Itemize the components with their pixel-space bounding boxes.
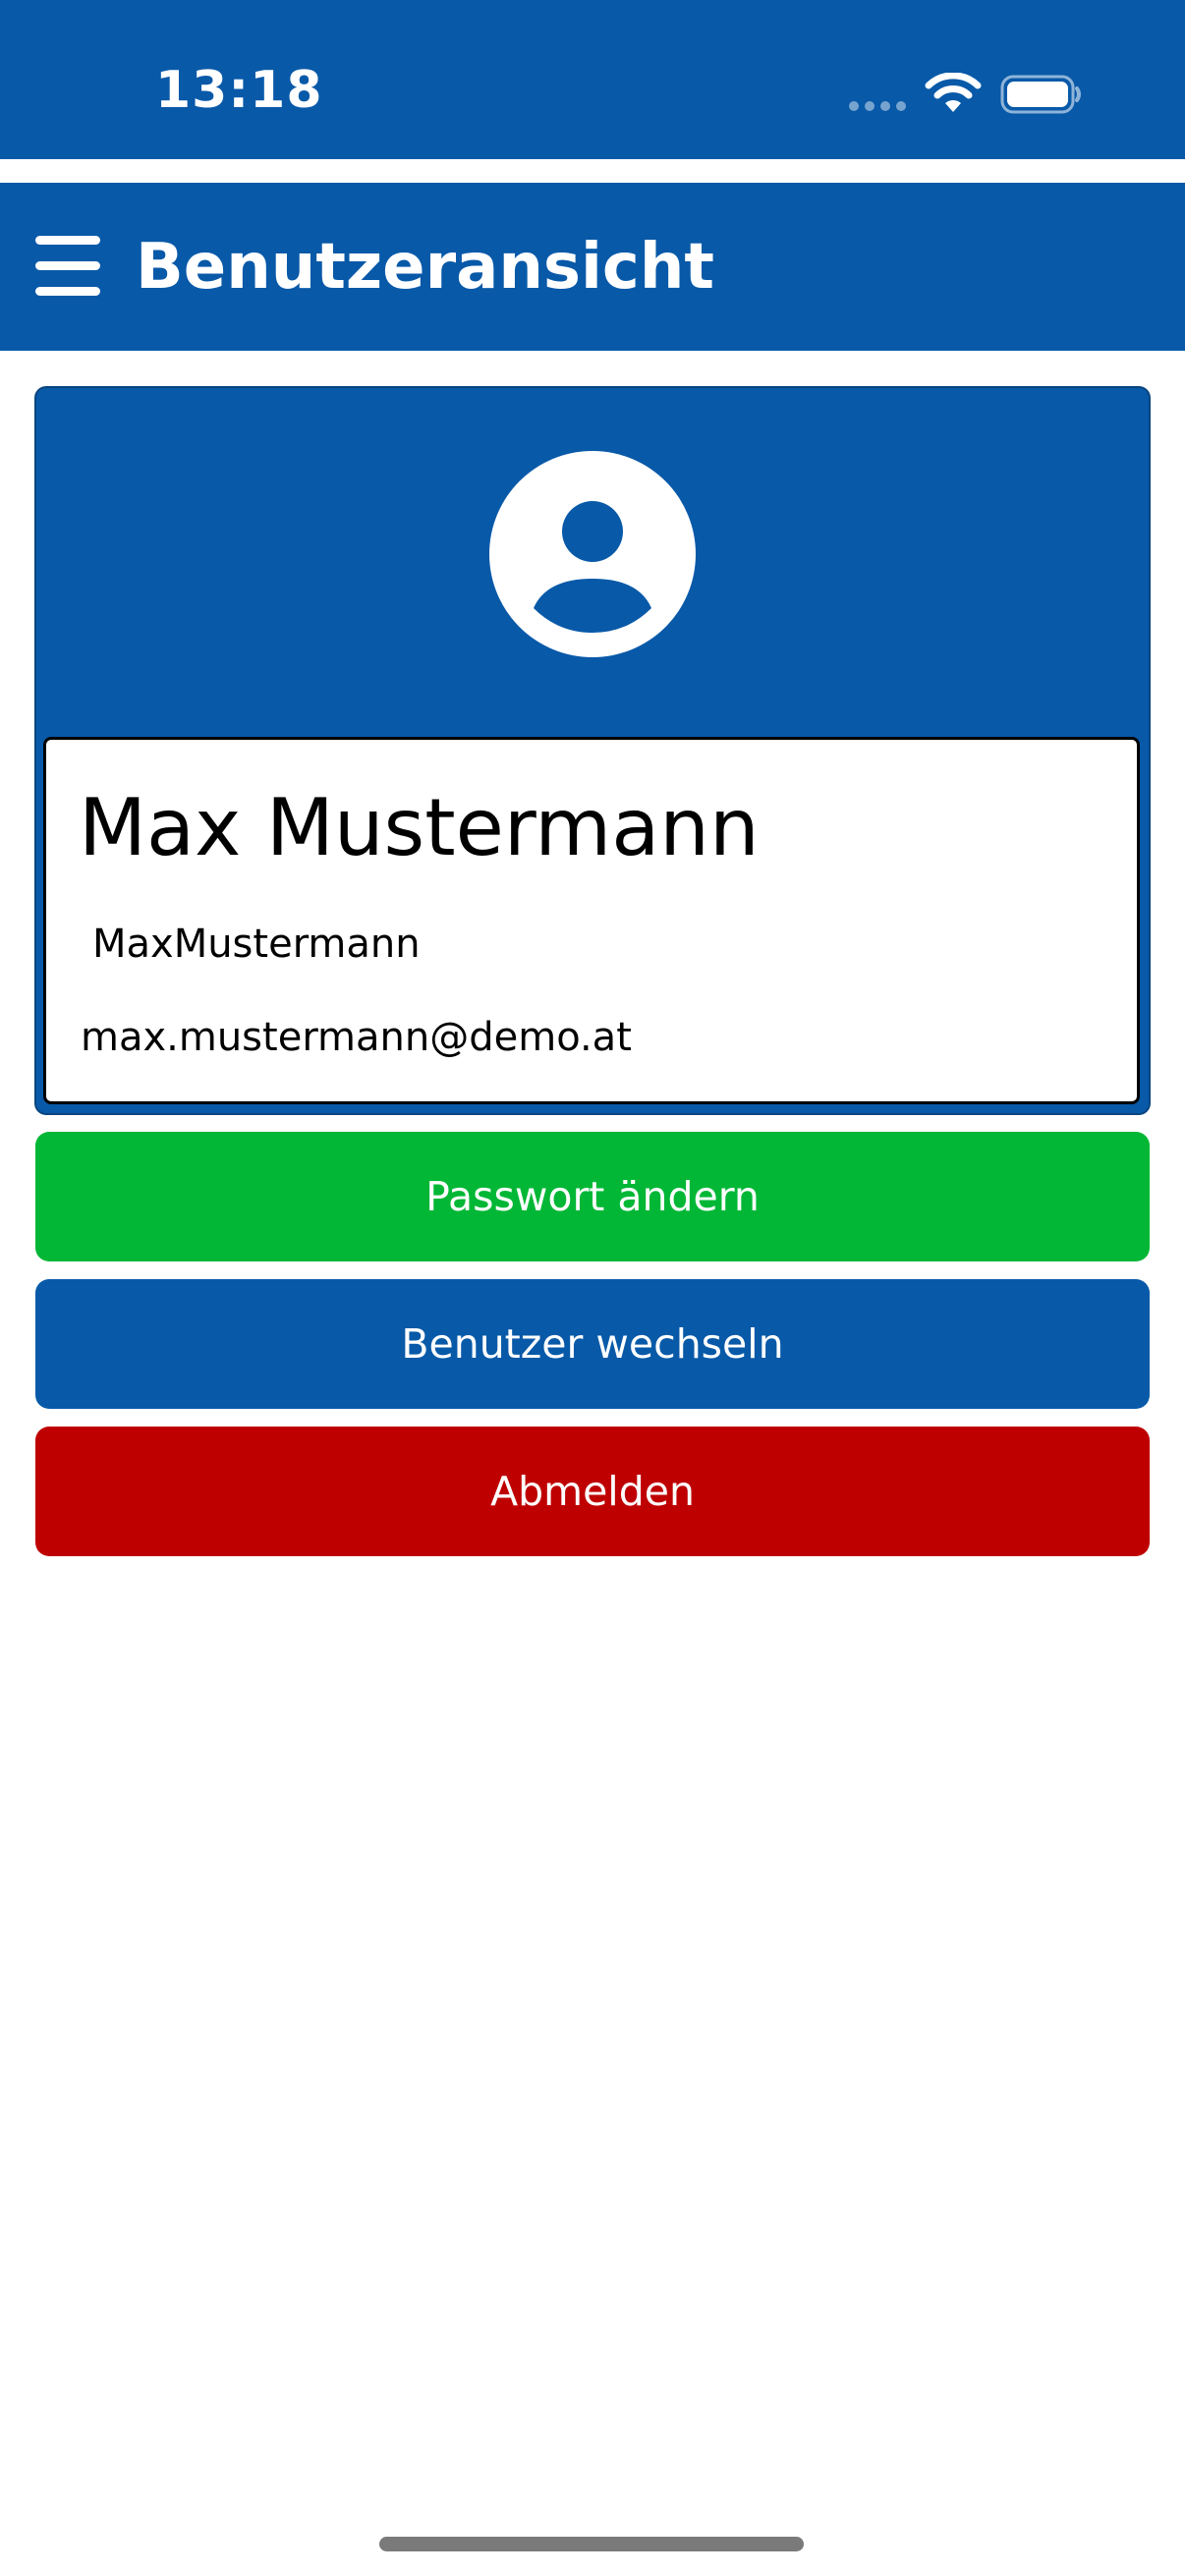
signal-dots-icon	[849, 101, 908, 111]
header-separator	[0, 159, 1185, 183]
wifi-icon	[925, 73, 982, 112]
page-title: Benutzeransicht	[136, 231, 714, 304]
user-email: max.mustermann@demo.at	[81, 1015, 632, 1060]
hamburger-menu-icon[interactable]	[35, 236, 100, 297]
app-header: Benutzeransicht	[0, 183, 1185, 351]
home-indicator[interactable]	[379, 2537, 804, 2551]
battery-icon	[1000, 75, 1081, 114]
status-time: 13:18	[155, 61, 323, 120]
user-avatar-icon	[489, 451, 696, 657]
change-password-button[interactable]: Passwort ändern	[35, 1132, 1150, 1261]
user-card: Max Mustermann MaxMustermann max.musterm…	[36, 388, 1149, 1113]
user-info-panel: Max Mustermann MaxMustermann max.musterm…	[43, 737, 1140, 1104]
user-full-name: Max Mustermann	[79, 782, 760, 873]
status-bar: 13:18	[0, 0, 1185, 159]
switch-user-button[interactable]: Benutzer wechseln	[35, 1279, 1150, 1409]
logout-button[interactable]: Abmelden	[35, 1427, 1150, 1556]
user-username: MaxMustermann	[92, 922, 421, 967]
